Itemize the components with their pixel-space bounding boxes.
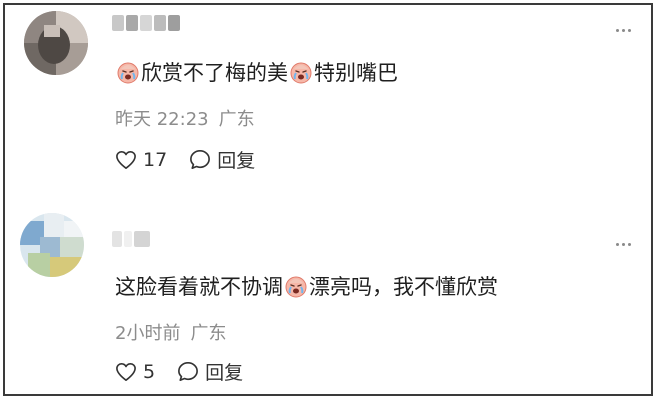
crying-face-emoji bbox=[284, 274, 308, 298]
more-options-button[interactable] bbox=[616, 243, 631, 246]
comment-text: 欣赏不了梅的美 特别嘴巴 bbox=[115, 57, 398, 87]
location: 广东 bbox=[190, 323, 227, 344]
comment-item: 欣赏不了梅的美 特别嘴巴 昨天 22:23 广东 17 回复 bbox=[5, 7, 651, 197]
avatar[interactable] bbox=[20, 213, 84, 277]
comment-text-part: 漂亮吗，我不懂欣赏 bbox=[309, 275, 498, 299]
crying-face-emoji bbox=[289, 60, 313, 84]
like-button[interactable]: 17 bbox=[115, 149, 167, 171]
speech-bubble-icon bbox=[178, 362, 199, 381]
comment-actions: 5 回复 bbox=[115, 358, 243, 385]
reply-label: 回复 bbox=[217, 150, 256, 172]
reply-button[interactable]: 回复 bbox=[189, 146, 255, 173]
like-button[interactable]: 5 bbox=[115, 361, 155, 383]
reply-button[interactable]: 回复 bbox=[177, 358, 243, 385]
crying-face-emoji bbox=[116, 60, 140, 84]
comment-text: 这脸看着就不协调 漂亮吗，我不懂欣赏 bbox=[115, 271, 498, 301]
timestamp: 2小时前 bbox=[115, 323, 181, 344]
heart-outline-icon bbox=[116, 150, 136, 169]
avatar[interactable] bbox=[24, 11, 88, 75]
comment-item: 这脸看着就不协调 漂亮吗，我不懂欣赏 2小时前 广东 5 回复 bbox=[5, 213, 651, 393]
comment-meta: 昨天 22:23 广东 bbox=[115, 105, 255, 131]
location: 广东 bbox=[218, 109, 255, 130]
timestamp: 昨天 22:23 bbox=[115, 109, 209, 130]
like-count: 17 bbox=[143, 148, 168, 171]
comment-text-part: 特别嘴巴 bbox=[314, 61, 398, 85]
comment-meta: 2小时前 广东 bbox=[115, 319, 226, 345]
comment-list: 欣赏不了梅的美 特别嘴巴 昨天 22:23 广东 17 回复 这脸看着就不协调 … bbox=[3, 3, 653, 396]
username-blurred[interactable] bbox=[112, 231, 150, 247]
comment-text-part: 欣赏不了梅的美 bbox=[141, 61, 288, 85]
comment-actions: 17 回复 bbox=[115, 146, 255, 173]
heart-outline-icon bbox=[116, 362, 136, 381]
username-blurred[interactable] bbox=[112, 15, 180, 31]
speech-bubble-icon bbox=[190, 150, 211, 169]
comment-text-part: 这脸看着就不协调 bbox=[115, 275, 283, 299]
like-count: 5 bbox=[143, 360, 156, 383]
more-options-button[interactable] bbox=[616, 29, 631, 32]
reply-label: 回复 bbox=[205, 362, 244, 384]
